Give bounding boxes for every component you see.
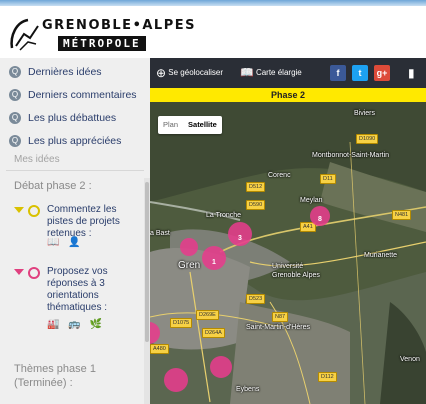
place-label: Saint-Martin-d'Hères xyxy=(246,324,310,331)
road-badge: D512 xyxy=(246,182,266,192)
topic-category-icons[interactable]: 🏭 🚌 🌿 xyxy=(47,319,105,330)
sidebar-item-plus-appreciees[interactable]: Q Les plus appréciées xyxy=(0,131,150,153)
q-icon: Q xyxy=(9,135,21,147)
plan-option[interactable]: Plan xyxy=(158,116,183,134)
site-header: GRENOBLE•ALPES MÉTROPOLE xyxy=(0,6,426,59)
sidebar-item-plus-debattues[interactable]: Q Les plus débattues xyxy=(0,108,150,130)
logo-bottom-text: MÉTROPOLE xyxy=(58,36,146,51)
divider xyxy=(6,170,144,171)
sidebar-item-derniers-commentaires[interactable]: Q Derniers commentaires xyxy=(0,85,150,107)
road-badge: D590 xyxy=(246,200,266,210)
q-icon: Q xyxy=(9,89,21,101)
q-icon: Q xyxy=(9,66,21,78)
place-label: Université Grenoble Alpes xyxy=(272,263,320,279)
map-view[interactable]: Plan Satellite Biviers Montbonnot-Saint-M… xyxy=(150,102,426,404)
sidebar-item-label: Les plus appréciées xyxy=(28,135,122,147)
road-badge: D112 xyxy=(318,372,337,382)
googleplus-icon[interactable]: g+ xyxy=(374,65,390,81)
q-icon: Q xyxy=(9,112,21,124)
place-label: Corenc xyxy=(268,172,291,179)
mes-idees-link[interactable]: Mes idées xyxy=(14,154,60,165)
geolocate-label: Se géolocaliser xyxy=(168,68,223,78)
phase-banner: Phase 2 xyxy=(150,88,426,102)
topic-category-icons[interactable]: 📖 👤 xyxy=(47,237,84,248)
place-label: Murianette xyxy=(364,252,398,259)
map-marker[interactable] xyxy=(180,238,198,256)
road-badge: D11 xyxy=(320,174,336,184)
crosshair-icon: ⊕ xyxy=(156,66,167,80)
facebook-icon[interactable]: f xyxy=(330,65,346,81)
place-label: Montbonnot-Saint-Martin xyxy=(312,152,390,159)
place-label: Meylan xyxy=(300,197,323,204)
sidebar-item-label: Les plus débattues xyxy=(28,112,117,124)
twitter-icon[interactable]: t xyxy=(352,65,368,81)
map-marker[interactable] xyxy=(164,368,188,392)
carte-elargie-label: Carte élargie xyxy=(255,68,302,78)
map-marker[interactable] xyxy=(210,356,232,378)
topic-orientations[interactable]: Proposez vos réponses à 3 orientations t… xyxy=(0,266,142,340)
map-marker[interactable]: 8 xyxy=(310,206,330,226)
sidebar: Q Dernières idées Q Derniers commentaire… xyxy=(0,58,150,404)
place-label: La Tronche xyxy=(206,212,242,219)
road-badge: A480 xyxy=(150,344,169,354)
topic-text: Commentez les pistes de projets retenues… xyxy=(47,204,120,239)
sidebar-scrollbar-thumb[interactable] xyxy=(145,182,149,342)
app-frame: GRENOBLE•ALPES MÉTROPOLE Q Dernières idé… xyxy=(0,0,426,404)
topic-text: Proposez vos réponses à 3 orientations t… xyxy=(47,266,108,313)
road-badge: D523 xyxy=(246,294,266,304)
sidebar-item-dernieres-idees[interactable]: Q Dernières idées xyxy=(0,62,150,84)
logo-icon[interactable] xyxy=(6,16,42,56)
topic-circle-icon xyxy=(28,205,40,217)
road-badge: D1090 xyxy=(356,134,379,144)
geolocate-button[interactable]: ⊕ Se géolocaliser xyxy=(156,58,223,88)
place-label: Gren xyxy=(178,260,201,271)
map-toolbar: ⊕ Se géolocaliser 📖 Carte élargie f t g+… xyxy=(150,58,426,88)
road-badge: N481 xyxy=(392,210,412,220)
place-label: Biviers xyxy=(354,110,376,117)
road-badge: D264A xyxy=(202,328,225,338)
map-type-toggle[interactable]: Plan Satellite xyxy=(158,116,222,134)
road-badge: N87 xyxy=(272,312,289,322)
debat-phase-title: Débat phase 2 : xyxy=(14,180,92,192)
sidebar-item-label: Dernières idées xyxy=(28,66,102,78)
road-badge: D269E xyxy=(196,310,219,320)
place-label: Venon xyxy=(400,356,420,363)
place-label: Eybens xyxy=(236,386,260,393)
bar-chart-icon[interactable]: ▮ xyxy=(408,58,415,88)
place-label: a Bast xyxy=(150,230,170,237)
sidebar-item-label: Derniers commentaires xyxy=(28,89,137,101)
road-badge: D1075 xyxy=(170,318,193,328)
logo-top-text: GRENOBLE•ALPES xyxy=(42,18,196,33)
map-marker[interactable]: 3 xyxy=(228,222,252,246)
carte-elargie-button[interactable]: 📖 Carte élargie xyxy=(240,58,302,88)
topic-circle-icon xyxy=(28,267,40,279)
map-marker[interactable]: 1 xyxy=(202,246,226,270)
book-icon: 📖 xyxy=(240,67,254,79)
satellite-option[interactable]: Satellite xyxy=(183,116,222,134)
expand-triangle-icon[interactable] xyxy=(14,269,24,275)
expand-triangle-icon[interactable] xyxy=(14,207,24,213)
themes-phase1-title: Thèmes phase 1 (Terminée) : xyxy=(14,363,96,389)
topic-pistes-projets[interactable]: Commentez les pistes de projets retenues… xyxy=(0,204,142,264)
